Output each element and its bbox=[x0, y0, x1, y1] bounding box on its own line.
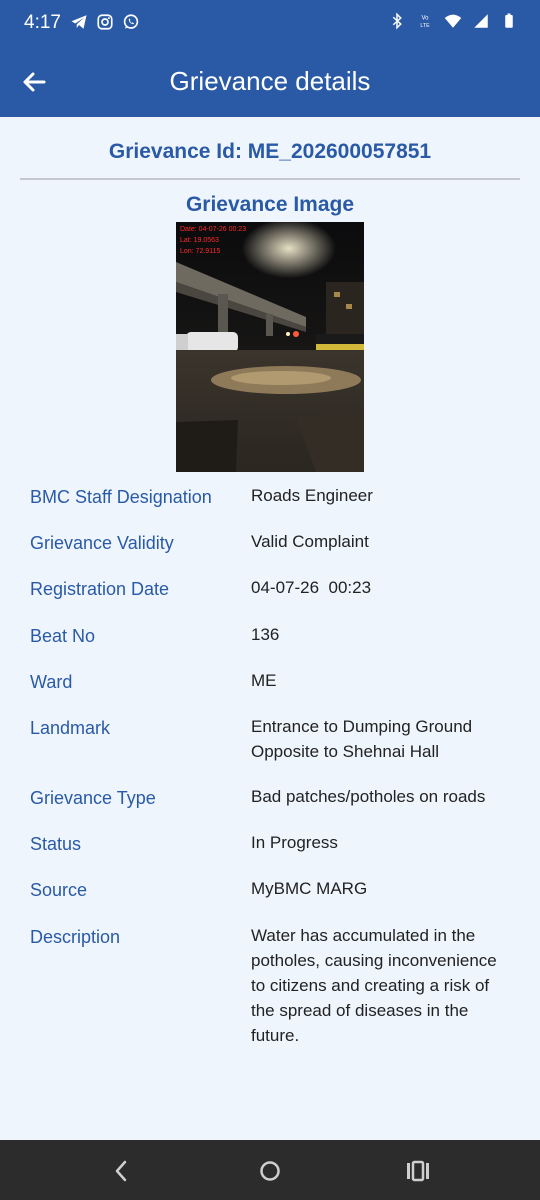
detail-label: Status bbox=[30, 834, 82, 854]
detail-label: Ward bbox=[30, 672, 73, 692]
wifi-icon bbox=[444, 14, 462, 28]
divider bbox=[20, 178, 520, 180]
detail-value: Bad patches/potholes on roads bbox=[251, 787, 486, 806]
detail-label: Registration Date bbox=[30, 579, 170, 599]
battery-icon bbox=[505, 13, 513, 28]
status-right-icons: Vo LTE bbox=[388, 12, 518, 30]
detail-label: Grievance Validity bbox=[30, 533, 174, 553]
instagram-icon bbox=[97, 14, 113, 30]
status-time: 4:17 bbox=[24, 12, 61, 33]
volte-icon: Vo LTE bbox=[420, 16, 430, 30]
detail-value: 04-07-26 00:23 bbox=[251, 578, 372, 597]
detail-value: Entrance to Dumping Ground Opposite to S… bbox=[251, 717, 473, 761]
detail-label: Source bbox=[30, 880, 88, 900]
whatsapp-icon bbox=[123, 14, 139, 29]
status-left-icons bbox=[70, 13, 140, 31]
detail-value: ME bbox=[251, 671, 277, 690]
navigation-bar bbox=[0, 1140, 540, 1200]
recents-nav-icon[interactable] bbox=[405, 1158, 431, 1184]
page-title: Grievance details bbox=[169, 66, 371, 96]
image-overlay-line: Lon: 72.9115 bbox=[180, 248, 220, 255]
grievance-id: Grievance Id: ME_202600057851 bbox=[108, 140, 432, 163]
detail-value: Roads Engineer bbox=[251, 486, 373, 505]
svg-text:LTE: LTE bbox=[420, 23, 430, 29]
svg-text:Vo: Vo bbox=[421, 16, 429, 22]
grievance-photo[interactable]: Date: 04-07-26 00:23 Lat: 19.0563 Lon: 7… bbox=[176, 222, 364, 472]
grievance-image-title: Grievance Image bbox=[185, 193, 355, 216]
detail-value: 136 bbox=[251, 625, 280, 644]
app-bar: Grievance details bbox=[0, 46, 540, 117]
bluetooth-icon bbox=[392, 12, 402, 30]
telegram-icon bbox=[71, 15, 87, 29]
detail-value: In Progress bbox=[251, 833, 338, 852]
back-nav-icon[interactable] bbox=[109, 1158, 135, 1184]
detail-label: BMC Staff Designation bbox=[30, 487, 212, 507]
status-bar: 4:17 Vo LTE bbox=[0, 0, 540, 46]
home-nav-icon[interactable] bbox=[257, 1158, 283, 1184]
detail-label: Grievance Type bbox=[30, 788, 156, 808]
image-overlay-line: Lat: 19.0563 bbox=[180, 237, 219, 244]
detail-label: Landmark bbox=[30, 718, 111, 738]
detail-value: Valid Complaint bbox=[251, 532, 369, 551]
detail-label: Description bbox=[30, 927, 121, 947]
signal-icon bbox=[474, 14, 488, 28]
detail-value: Water has accumulated in the potholes, c… bbox=[251, 926, 497, 1045]
image-overlay-line: Date: 04-07-26 00:23 bbox=[180, 226, 246, 233]
detail-label: Beat No bbox=[30, 626, 96, 646]
detail-value: MyBMC MARG bbox=[251, 879, 368, 898]
